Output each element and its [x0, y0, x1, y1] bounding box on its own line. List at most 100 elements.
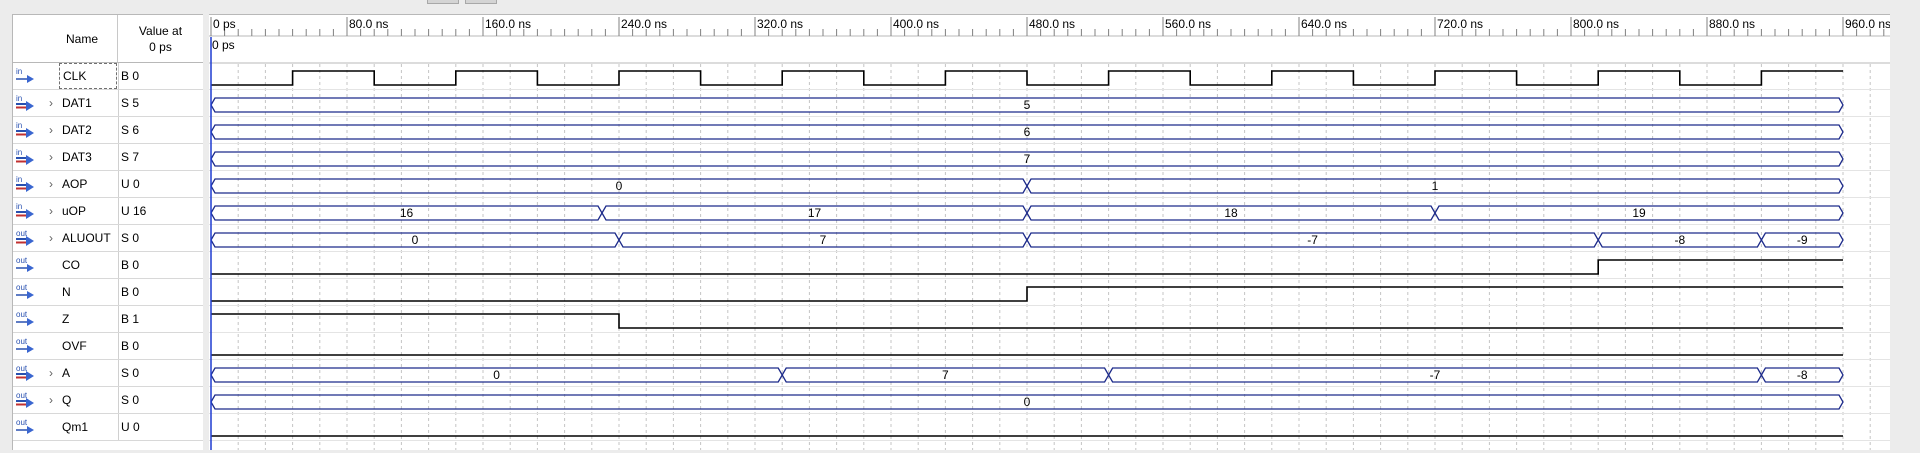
- bus-value-label: 5: [1024, 98, 1031, 112]
- svg-text:in: in: [16, 175, 22, 184]
- expand-chevron-icon[interactable]: ›: [43, 360, 59, 386]
- signal-value: U 0: [121, 420, 140, 434]
- bus-value-label: 0: [412, 233, 419, 247]
- signal-name[interactable]: Z: [59, 306, 117, 332]
- signal-name[interactable]: Q: [59, 387, 117, 413]
- signal-row-co[interactable]: out CO B 0: [13, 252, 203, 279]
- signal-value: U 0: [121, 177, 140, 191]
- output-bus-icon: out: [13, 360, 47, 386]
- bus-value-label: 6: [1024, 125, 1031, 139]
- signal-value: S 6: [121, 123, 140, 137]
- signal-row-n[interactable]: out N B 0: [13, 279, 203, 306]
- svg-text:out: out: [16, 418, 28, 427]
- time-tick-label: 80.0 ns: [349, 17, 388, 31]
- signal-row-dat1[interactable]: in › DAT1 S 5: [13, 90, 203, 117]
- bus-value-label: 19: [1632, 206, 1646, 220]
- signal-name[interactable]: OVF: [59, 333, 117, 359]
- name-column-header[interactable]: Name: [13, 15, 118, 63]
- signal-name[interactable]: N: [59, 279, 117, 305]
- time-tick-label: 560.0 ns: [1165, 17, 1211, 31]
- input-bus-icon: in: [13, 144, 47, 170]
- output-icon: out: [13, 279, 47, 305]
- value-column-header[interactable]: Value at 0 ps: [118, 15, 203, 63]
- signal-row-ovf[interactable]: out OVF B 0: [13, 333, 203, 360]
- signal-name[interactable]: Qm1: [59, 414, 117, 440]
- signal-name[interactable]: DAT3: [59, 144, 117, 170]
- output-bus-icon: out: [13, 225, 47, 251]
- clock-waveform: [211, 70, 1843, 86]
- column-divider: [118, 306, 119, 332]
- bus-value-label: 7: [1024, 152, 1031, 166]
- output-icon: out: [13, 333, 47, 359]
- column-divider: [118, 360, 119, 386]
- signal-name[interactable]: DAT1: [59, 90, 117, 116]
- svg-text:in: in: [16, 94, 22, 103]
- top-toolbar-strip: [0, 0, 1920, 14]
- signal-name[interactable]: CLK: [59, 63, 117, 89]
- column-divider: [118, 414, 119, 440]
- signal-row-aop[interactable]: in › AOP U 0: [13, 171, 203, 198]
- signal-row-qm1[interactable]: out Qm1 U 0: [13, 414, 203, 441]
- input-bus-icon: in: [13, 171, 47, 197]
- signal-name[interactable]: ALUOUT: [59, 225, 117, 251]
- column-divider: [118, 117, 119, 143]
- signal-name[interactable]: DAT2: [59, 117, 117, 143]
- signal-row-clk[interactable]: in CLK B 0: [13, 63, 203, 90]
- signal-row-aluout[interactable]: out › ALUOUT S 0: [13, 225, 203, 252]
- svg-text:out: out: [16, 256, 28, 265]
- time-origin-label: 0 ps: [213, 17, 236, 31]
- expand-chevron-icon[interactable]: ›: [43, 90, 59, 116]
- waveform-canvas[interactable]: 0 ps 80.0 ns 160.0 ns 240.0 ns 320.0 ns 400.0…: [209, 15, 1891, 450]
- bus-value-label: -8: [1674, 233, 1685, 247]
- bus-value-label: 17: [808, 206, 822, 220]
- svg-text:out: out: [16, 337, 28, 346]
- column-divider: [118, 279, 119, 305]
- signal-row-z[interactable]: out Z B 1: [13, 306, 203, 333]
- svg-text:out: out: [16, 283, 28, 292]
- toolbar-button[interactable]: [427, 0, 459, 4]
- cursor-time-label: 0 ps: [212, 38, 235, 52]
- time-tick-label: 400.0 ns: [893, 17, 939, 31]
- signal-name[interactable]: uOP: [59, 198, 117, 224]
- signal-value: U 16: [121, 204, 147, 218]
- expand-chevron-icon[interactable]: ›: [43, 225, 59, 251]
- svg-text:in: in: [16, 67, 22, 76]
- signal-row-dat2[interactable]: in › DAT2 S 6: [13, 117, 203, 144]
- toolbar-button[interactable]: [465, 0, 497, 4]
- bus-value-label: -9: [1797, 233, 1808, 247]
- svg-text:in: in: [16, 202, 22, 211]
- signal-value: S 0: [121, 366, 140, 380]
- signal-name[interactable]: AOP: [59, 171, 117, 197]
- signal-row-dat3[interactable]: in › DAT3 S 7: [13, 144, 203, 171]
- bus-value-label: -7: [1307, 233, 1318, 247]
- column-divider: [118, 252, 119, 278]
- signal-row-q[interactable]: out › Q S 0: [13, 387, 203, 414]
- time-tick-label: 240.0 ns: [621, 17, 667, 31]
- expand-chevron-icon[interactable]: ›: [43, 387, 59, 413]
- column-divider: [118, 144, 119, 170]
- signal-row-a[interactable]: out › A S 0: [13, 360, 203, 387]
- signal-value: B 0: [121, 285, 140, 299]
- signal-value: S 5: [121, 96, 140, 110]
- bus-value-label: 0: [493, 368, 500, 382]
- expand-chevron-icon[interactable]: ›: [43, 144, 59, 170]
- waveform-area[interactable]: 0 ps 80.0 ns 160.0 ns 240.0 ns 320.0 ns 400.0…: [209, 14, 1891, 450]
- right-margin: [1890, 14, 1920, 449]
- signal-name[interactable]: A: [59, 360, 117, 386]
- time-tick-label: 960.0 ns: [1845, 17, 1890, 31]
- bus-value-label: 1: [1432, 179, 1439, 193]
- bus-value-label: 0: [1024, 395, 1031, 409]
- expand-chevron-icon[interactable]: ›: [43, 117, 59, 143]
- output-icon: out: [13, 252, 47, 278]
- time-tick-label: 880.0 ns: [1709, 17, 1755, 31]
- expand-chevron-icon[interactable]: ›: [43, 198, 59, 224]
- time-tick-label: 800.0 ns: [1573, 17, 1619, 31]
- input-icon: in: [13, 63, 47, 89]
- expand-chevron-icon[interactable]: ›: [43, 171, 59, 197]
- time-tick-label: 320.0 ns: [757, 17, 803, 31]
- input-bus-icon: in: [13, 117, 47, 143]
- output-icon: out: [13, 414, 47, 440]
- column-divider: [118, 198, 119, 224]
- signal-row-uop[interactable]: in › uOP U 16: [13, 198, 203, 225]
- signal-name[interactable]: CO: [59, 252, 117, 278]
